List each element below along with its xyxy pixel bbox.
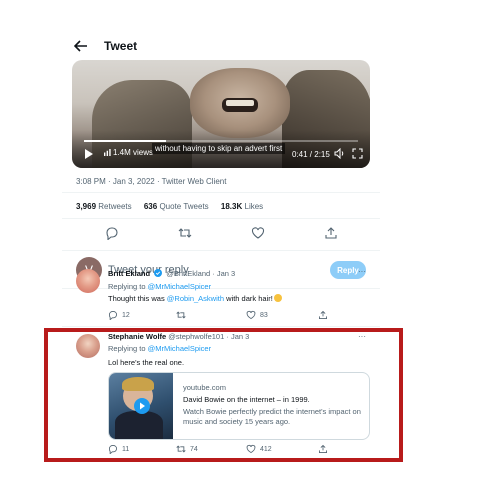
tweet-actions: 11 74 412 — [108, 444, 368, 456]
video-progress-bar[interactable] — [84, 140, 358, 142]
view-count: 1.4M views — [104, 148, 153, 157]
replying-prefix: Replying to — [108, 344, 146, 353]
replying-prefix: Replying to — [108, 282, 146, 291]
video-player[interactable]: 1.4M views without having to skip an adv… — [72, 60, 370, 168]
tweet-text-part: with dark hair! — [226, 294, 273, 303]
card-description: Watch Bowie perfectly predict the intern… — [183, 407, 361, 426]
retweet-action[interactable]: 74 — [176, 444, 198, 454]
reply-icon — [108, 445, 118, 454]
share-icon — [319, 310, 327, 319]
tweet-text: Thought this was @Robin_Askwith with dar… — [108, 294, 282, 303]
video-progress-fill — [84, 140, 167, 142]
share-action[interactable] — [318, 310, 328, 320]
tweet-text: Lol here's the real one. — [108, 358, 185, 367]
share-icon[interactable] — [324, 226, 338, 240]
reply-count: 12 — [122, 311, 130, 319]
top-bar: Tweet — [62, 28, 380, 64]
grinning-emoji-icon — [273, 294, 282, 302]
views-icon — [104, 149, 111, 156]
reply-count: 11 — [122, 445, 130, 453]
replying-to: Replying to @MrMichaelSpicer — [108, 282, 211, 291]
page-title: Tweet — [104, 39, 138, 53]
like-count: 412 — [260, 445, 272, 453]
more-options-icon[interactable]: ··· — [358, 332, 366, 341]
likes-count: 18.3K — [220, 202, 243, 211]
verified-badge-icon — [154, 269, 163, 277]
volume-icon[interactable] — [334, 148, 345, 159]
retweet-icon[interactable] — [178, 226, 192, 240]
tweet-panel: Tweet 1.4M views without having to skip … — [62, 28, 380, 478]
reply-action[interactable]: 11 — [108, 444, 129, 454]
author-handle[interactable]: @stephwolfe101 · Jan 3 — [168, 332, 249, 341]
retweet-icon — [176, 445, 186, 453]
mention-link[interactable]: @MrMichaelSpicer — [148, 282, 211, 291]
tweet-actions: 12 83 — [108, 310, 368, 322]
video-time: 0:41 / 2:15 — [292, 150, 330, 159]
engagement-stats: 3,969 Retweets 636 Quote Tweets 18.3K Li… — [76, 202, 273, 211]
divider — [62, 192, 380, 193]
like-action[interactable]: 412 — [246, 444, 272, 454]
mention-link[interactable]: @MrMichaelSpicer — [148, 344, 211, 353]
avatar[interactable] — [76, 334, 100, 358]
card-title: David Bowie on the internet – in 1999. — [183, 395, 310, 404]
share-icon — [319, 444, 327, 453]
retweet-count: 74 — [190, 445, 198, 453]
avatar[interactable] — [76, 269, 100, 293]
replying-to: Replying to @MrMichaelSpicer — [108, 344, 211, 353]
author-name[interactable]: Stephanie Wolfe — [108, 332, 166, 341]
like-icon — [246, 444, 256, 454]
more-options-icon[interactable]: ··· — [358, 267, 366, 276]
view-count-label: 1.4M views — [113, 148, 154, 157]
reply-icon[interactable] — [105, 226, 119, 240]
share-action[interactable] — [318, 444, 328, 454]
tweet-text-part: Thought this was — [108, 294, 165, 303]
quote-tweets-stat[interactable]: 636 Quote Tweets — [144, 202, 209, 211]
divider — [62, 218, 380, 219]
reply-icon — [108, 311, 118, 320]
like-icon[interactable] — [251, 226, 265, 240]
reply-action[interactable]: 12 — [108, 310, 130, 320]
retweets-label: Retweets — [98, 202, 132, 211]
divider — [62, 326, 380, 327]
tweet-timestamp[interactable]: 3:08 PM · Jan 3, 2022 · Twitter Web Clie… — [76, 177, 226, 186]
likes-label: Likes — [244, 202, 264, 211]
like-icon — [246, 310, 256, 320]
retweets-count: 3,969 — [76, 202, 97, 211]
retweets-stat[interactable]: 3,969 Retweets — [76, 202, 132, 211]
tweet-actions — [62, 226, 380, 244]
likes-stat[interactable]: 18.3K Likes — [221, 202, 263, 211]
author-handle[interactable]: @BrittEkland · Jan 3 — [166, 269, 235, 278]
play-button-icon[interactable] — [134, 398, 150, 414]
video-caption: without having to skip an advert first — [152, 143, 286, 154]
tweet-header: Britt Ekland @BrittEkland · Jan 3 — [108, 269, 235, 278]
retweet-action[interactable] — [176, 310, 190, 320]
quote-tweets-label: Quote Tweets — [159, 202, 209, 211]
divider — [62, 250, 380, 251]
play-icon[interactable] — [84, 148, 94, 160]
link-preview-card[interactable]: youtube.com David Bowie on the internet … — [108, 372, 370, 440]
like-action[interactable]: 83 — [246, 310, 268, 320]
author-name[interactable]: Britt Ekland — [108, 269, 150, 278]
back-arrow-icon[interactable] — [74, 40, 88, 52]
retweet-icon — [176, 311, 186, 319]
fullscreen-icon[interactable] — [352, 148, 363, 159]
mention-link[interactable]: @Robin_Askwith — [167, 294, 224, 303]
quote-tweets-count: 636 — [143, 202, 158, 211]
tweet-header: Stephanie Wolfe @stephwolfe101 · Jan 3 — [108, 332, 249, 341]
like-count: 83 — [260, 311, 268, 319]
card-domain: youtube.com — [183, 383, 226, 392]
